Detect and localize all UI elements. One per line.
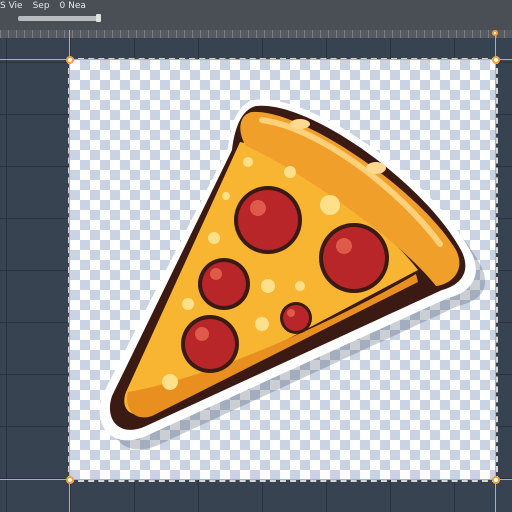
editor-window: S Vie Sep 0 Nea: [0, 0, 512, 512]
transform-handle-bottom-right[interactable]: [492, 476, 500, 484]
guide-handle-top-right[interactable]: [492, 30, 498, 36]
transform-handle-top-left[interactable]: [66, 56, 74, 64]
pizza-slice-artwork[interactable]: [0, 0, 512, 512]
transform-handle-top-right[interactable]: [492, 56, 500, 64]
transform-handle-bottom-left[interactable]: [66, 476, 74, 484]
